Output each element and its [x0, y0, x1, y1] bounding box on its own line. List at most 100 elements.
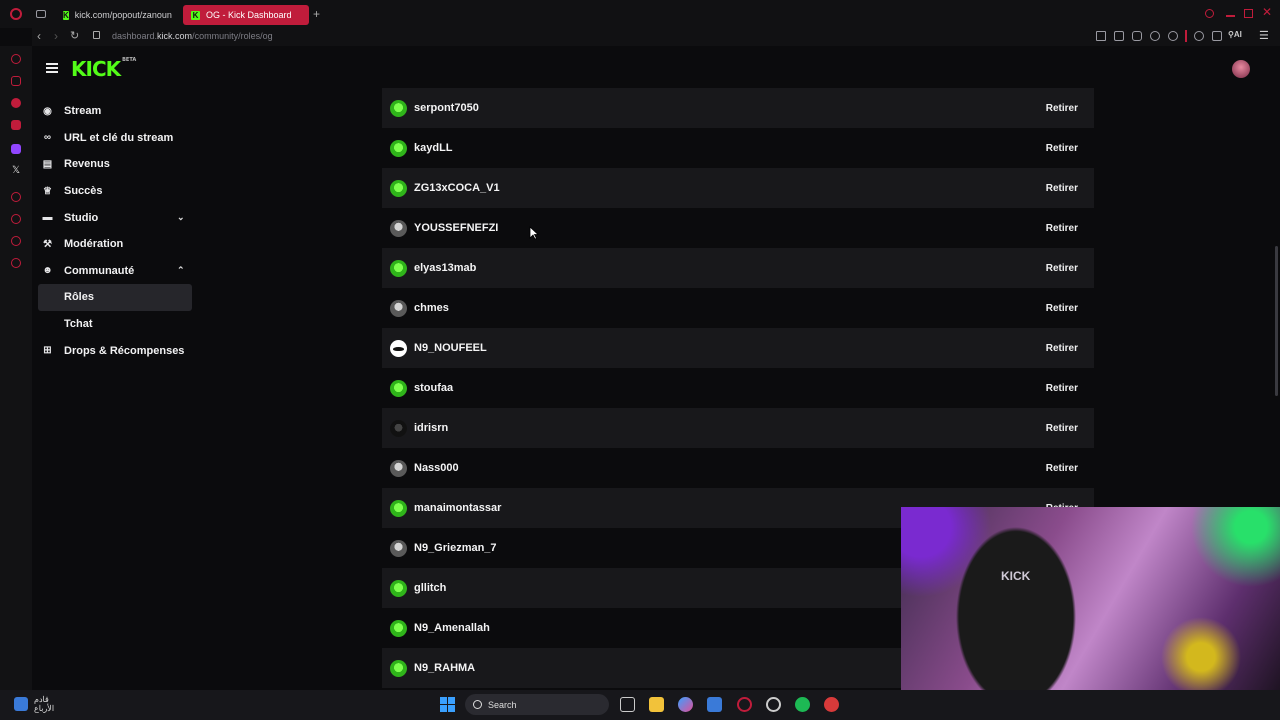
username[interactable]: kaydLL: [414, 142, 453, 154]
windows-taskbar: قادم الأرباع Search: [0, 690, 1280, 720]
trophy-icon: ♕: [43, 185, 52, 197]
windows-start-icon[interactable]: [440, 697, 455, 712]
sidebar-item-stream[interactable]: ◉ Stream: [32, 98, 232, 125]
chevron-down-icon[interactable]: ⌄: [177, 212, 185, 223]
avatar: [390, 539, 407, 557]
kick-logo[interactable]: KICK BETA: [71, 57, 136, 81]
chevron-up-icon[interactable]: ⌃: [177, 265, 185, 276]
username[interactable]: N9_NOUFEEL: [414, 342, 487, 354]
copilot-icon[interactable]: [678, 697, 693, 712]
remove-button[interactable]: Retirer: [1046, 383, 1078, 394]
remove-button[interactable]: Retirer: [1046, 463, 1078, 474]
tab-title: OG - Kick Dashboard: [206, 10, 292, 20]
store-icon[interactable]: [707, 697, 722, 712]
sidebar-item-studio[interactable]: ▬ Studio ⌄: [32, 204, 232, 231]
sidebar-item-label: Drops & Récompenses: [64, 344, 185, 357]
settings-icon[interactable]: [11, 258, 21, 268]
remove-button[interactable]: Retirer: [1046, 263, 1078, 274]
username[interactable]: N9_Amenallah: [414, 622, 490, 634]
aria-ai-icon[interactable]: ⚲AI: [1228, 30, 1242, 39]
menu-icon[interactable]: ☰: [1259, 29, 1269, 42]
sidebar-item-tchat[interactable]: Tchat: [32, 311, 232, 338]
username[interactable]: N9_Griezman_7: [414, 542, 497, 554]
avatar: [390, 139, 407, 157]
username[interactable]: manaimontassar: [414, 502, 501, 514]
x-icon[interactable]: 𝕏: [11, 166, 21, 176]
remove-button[interactable]: Retirer: [1046, 183, 1078, 194]
reload-icon[interactable]: ↻: [70, 29, 79, 42]
sidebar-item-drops[interactable]: ⊞ Drops & Récompenses: [32, 337, 232, 364]
task-view-icon[interactable]: [620, 697, 635, 712]
avatar: [390, 419, 407, 437]
scrollbar[interactable]: [1275, 246, 1278, 396]
weather-text: قادم الأرباع: [34, 695, 54, 713]
beta-badge: BETA: [122, 57, 137, 63]
remove-button[interactable]: Retirer: [1046, 103, 1078, 114]
sidebar-item-revenus[interactable]: ▤ Revenus: [32, 151, 232, 178]
close-icon[interactable]: ✕: [1262, 5, 1272, 19]
hamburger-menu-icon[interactable]: [46, 63, 58, 73]
taskbar-search[interactable]: Search: [465, 694, 609, 715]
minimize-icon[interactable]: [1226, 15, 1235, 17]
remove-button[interactable]: Retirer: [1046, 143, 1078, 154]
opera-logo-icon[interactable]: [10, 8, 22, 20]
tab-title: kick.com/popout/zanoun: [74, 10, 172, 20]
sidebar-item-moderation[interactable]: ⚒ Modération: [32, 231, 232, 258]
opera-sidebar: 𝕏: [0, 46, 32, 690]
username[interactable]: N9_RAHMA: [414, 662, 475, 674]
browser-tab-active[interactable]: K OG - Kick Dashboard: [183, 5, 309, 25]
username[interactable]: idrisrn: [414, 422, 448, 434]
opera-gx-icon[interactable]: [737, 697, 752, 712]
history-icon[interactable]: [11, 54, 21, 64]
play-icon[interactable]: [1150, 31, 1160, 41]
remove-button[interactable]: Retirer: [1046, 303, 1078, 314]
back-icon[interactable]: ‹: [37, 29, 41, 43]
webcam-overlay: KICK: [901, 507, 1280, 690]
user-avatar[interactable]: [1232, 60, 1250, 78]
shield-icon[interactable]: [1132, 31, 1142, 41]
username[interactable]: elyas13mab: [414, 262, 476, 274]
search-tabs-icon[interactable]: [1205, 9, 1214, 18]
username[interactable]: gllitch: [414, 582, 446, 594]
username[interactable]: stoufaa: [414, 382, 453, 394]
twitch-icon[interactable]: [11, 144, 21, 154]
sidebar-item-roles[interactable]: Rôles: [38, 284, 192, 311]
account-icon[interactable]: [1194, 31, 1204, 41]
bookmark-icon[interactable]: [1096, 31, 1106, 41]
snapshot-icon[interactable]: [1114, 31, 1124, 41]
vpn-icon[interactable]: [11, 236, 21, 246]
browser-tab[interactable]: K kick.com/popout/zanoun: [55, 5, 179, 25]
app-icon[interactable]: [824, 697, 839, 712]
avatar: [390, 259, 407, 277]
workspaces-icon[interactable]: [36, 10, 46, 18]
sidebar-item-label: Rôles: [64, 291, 94, 304]
sidebar-item-communaute[interactable]: ☻ Communauté ⌃: [32, 258, 232, 285]
heart-icon[interactable]: [1168, 31, 1178, 41]
player-icon[interactable]: [11, 192, 21, 202]
username[interactable]: serpont7050: [414, 102, 479, 114]
sidebar-item-succes[interactable]: ♕ Succès: [32, 178, 232, 205]
spotify-icon[interactable]: [795, 697, 810, 712]
username[interactable]: ZG13xCOCA_V1: [414, 182, 500, 194]
file-explorer-icon[interactable]: [649, 697, 664, 712]
remove-button[interactable]: Retirer: [1046, 423, 1078, 434]
weather-widget[interactable]: قادم الأرباع: [14, 695, 54, 713]
download-icon[interactable]: [1212, 31, 1222, 41]
maximize-icon[interactable]: [1244, 9, 1253, 18]
obs-icon[interactable]: [766, 697, 781, 712]
forward-icon[interactable]: ›: [54, 29, 58, 43]
remove-button[interactable]: Retirer: [1046, 343, 1078, 354]
sidebar-item-stream-key[interactable]: ∞ URL et clé du stream: [32, 125, 232, 152]
bag-icon[interactable]: [11, 76, 21, 86]
username[interactable]: YOUSSEFNEFZI: [414, 222, 498, 234]
sidebar-item-label: Studio: [64, 211, 99, 224]
messenger-icon[interactable]: [11, 98, 21, 108]
username[interactable]: Nass000: [414, 462, 459, 474]
username[interactable]: chmes: [414, 302, 449, 314]
list-item: YOUSSEFNEFZI Retirer: [382, 208, 1094, 248]
url-field[interactable]: dashboard.kick.com/community/roles/og: [112, 31, 273, 41]
new-tab-icon[interactable]: +: [313, 7, 320, 21]
clock-icon[interactable]: [11, 214, 21, 224]
remove-button[interactable]: Retirer: [1046, 223, 1078, 234]
app-icon[interactable]: [11, 120, 21, 130]
